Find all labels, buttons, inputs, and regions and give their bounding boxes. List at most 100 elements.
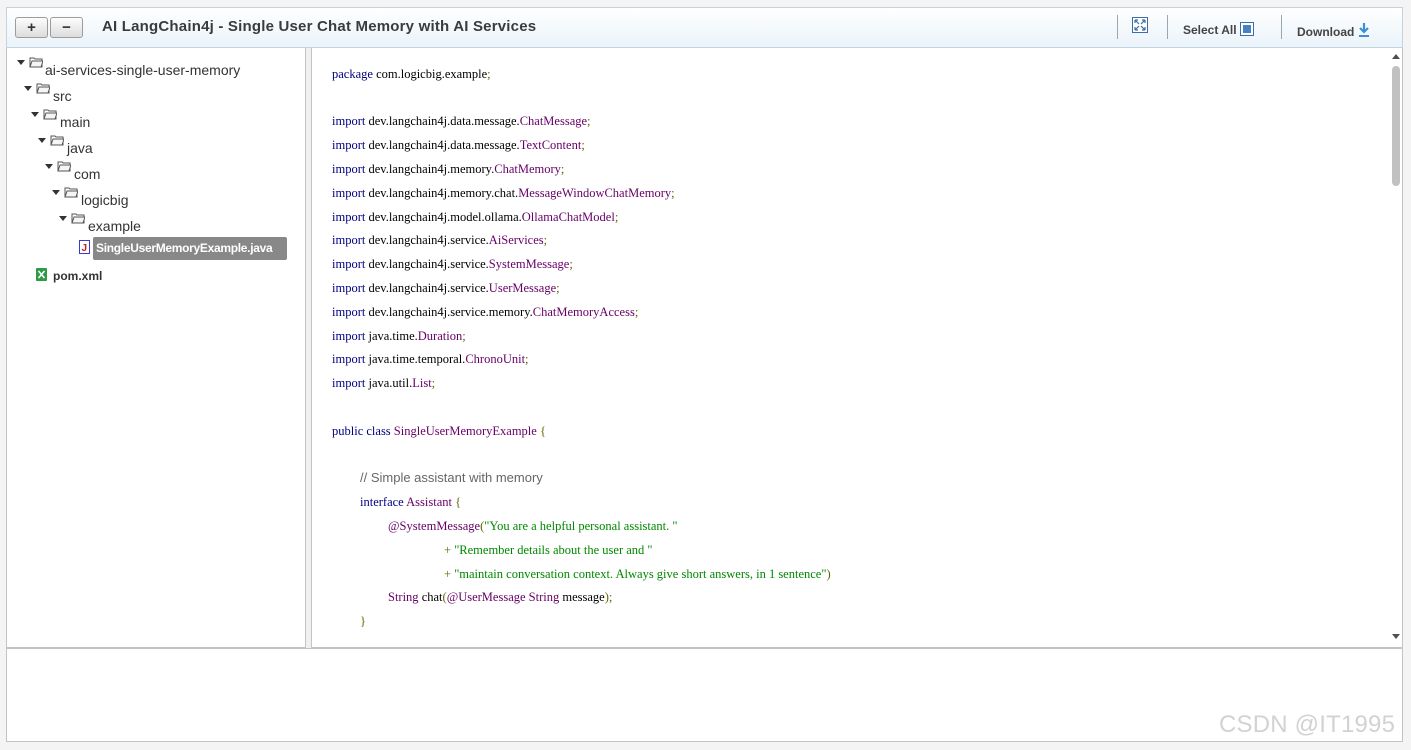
select-all-button[interactable]: Select All [1183, 22, 1254, 39]
folder-open-icon [50, 133, 65, 149]
expand-arrow-icon[interactable] [24, 86, 32, 91]
code-keyword: interface [360, 495, 404, 509]
code-class: OllamaChatModel [521, 210, 615, 224]
download-button[interactable]: Download [1297, 22, 1370, 41]
code-keyword: import [332, 376, 366, 390]
code-text: dev.langchain4j.memory. [368, 162, 495, 176]
tree-node-label: ai-services-single-user-memory [45, 62, 241, 78]
code-comment: // Simple assistant with memory [360, 470, 543, 485]
code-line: interface Assistant { [360, 495, 461, 510]
code-class: Assistant [406, 495, 452, 509]
code-text: chat [421, 590, 443, 604]
code-text: dev.langchain4j.service. [368, 281, 489, 295]
tree-node-label: pom.xml [53, 269, 103, 283]
code-keyword: import [332, 138, 366, 152]
code-line: import dev.langchain4j.service.SystemMes… [332, 257, 573, 271]
code-panel: package com.logicbig.example; import dev… [311, 48, 1403, 648]
output-panel [6, 648, 1403, 742]
code-keyword: import [332, 210, 366, 224]
folder-open-icon [43, 107, 58, 123]
code-line: package com.logicbig.example; [332, 67, 491, 81]
expand-all-button[interactable]: + [15, 17, 48, 38]
scrollbar-thumb[interactable] [1392, 66, 1400, 186]
code-string: "Remember details about the user and " [454, 543, 653, 557]
tree-node-label: java [67, 140, 93, 156]
folder-open-icon [36, 81, 51, 97]
code-class: ChatMemoryAccess [532, 305, 635, 319]
code-string: "You are a helpful personal assistant. " [484, 519, 678, 533]
code-line: import java.util.List; [332, 376, 436, 390]
code-text: dev.langchain4j.service. [368, 257, 489, 271]
tree-node-label: logicbig [81, 192, 129, 208]
file-tree: ai-services-single-user-memory src main … [6, 48, 306, 648]
code-class: SystemMessage [488, 257, 570, 271]
expand-arrow-icon[interactable] [31, 112, 39, 117]
divider [1167, 15, 1168, 39]
code-keyword: import [332, 162, 366, 176]
code-keyword: public class [332, 424, 391, 438]
code-text: java.time. [368, 329, 418, 343]
code-text: dev.langchain4j.memory.chat. [368, 186, 519, 200]
expand-arrow-icon[interactable] [38, 138, 46, 143]
fullscreen-icon[interactable] [1132, 17, 1148, 38]
code-line: import java.time.Duration; [332, 329, 466, 343]
expand-arrow-icon[interactable] [59, 216, 67, 221]
code-line: import dev.langchain4j.data.message.Text… [332, 138, 585, 152]
code-class: MessageWindowChatMemory [518, 186, 672, 200]
select-all-label: Select All [1183, 23, 1237, 37]
code-text: message [562, 590, 605, 604]
page-title: AI LangChain4j - Single User Chat Memory… [102, 18, 537, 35]
code-text: dev.langchain4j.model.ollama. [368, 210, 522, 224]
code-keyword: import [332, 329, 366, 343]
collapse-all-button[interactable]: − [50, 17, 83, 38]
code-class: ChronoUnit [465, 352, 526, 366]
folder-open-icon [29, 55, 44, 71]
code-keyword: import [332, 305, 366, 319]
java-file-icon: J [79, 240, 90, 259]
code-punct: { [539, 424, 546, 438]
code-string: "maintain conversation context. Always g… [454, 567, 827, 581]
watermark: CSDN @IT1995 [1219, 711, 1396, 738]
code-keyword: import [332, 257, 366, 271]
expand-arrow-icon[interactable] [52, 190, 60, 195]
xml-file-icon [36, 268, 47, 284]
tree-node-label: com [74, 166, 101, 182]
code-class: ChatMessage [519, 114, 588, 128]
code-keyword: import [332, 186, 366, 200]
code-type: String [528, 590, 560, 604]
code-text: dev.langchain4j.service.memory. [368, 305, 533, 319]
tree-node-label: main [60, 114, 91, 130]
divider [1281, 15, 1282, 39]
select-all-icon [1239, 22, 1254, 39]
expand-arrow-icon[interactable] [17, 60, 25, 65]
folder-open-icon [71, 211, 86, 227]
code-keyword: import [332, 233, 366, 247]
folder-open-icon [64, 185, 79, 201]
code-text: dev.langchain4j.data.message. [368, 114, 520, 128]
code-line: import dev.langchain4j.service.AiService… [332, 233, 548, 247]
code-class: TextContent [519, 138, 582, 152]
expand-arrow-icon[interactable] [45, 164, 53, 169]
code-line: String chat(@UserMessage String message)… [388, 590, 613, 604]
divider [1117, 15, 1118, 39]
code-class: List [412, 376, 432, 390]
code-annotation: @UserMessage [446, 590, 526, 604]
code-line: import dev.langchain4j.memory.chat.Messa… [332, 186, 675, 200]
code-keyword: import [332, 352, 366, 366]
code-punct: } [360, 614, 366, 628]
tree-node-java-file[interactable]: SingleUserMemoryExample.java [96, 241, 273, 255]
code-class: AiServices [488, 233, 544, 247]
download-icon [1358, 22, 1370, 41]
code-keyword: import [332, 114, 366, 128]
code-line: @SystemMessage("You are a helpful person… [388, 519, 678, 533]
code-line: import dev.langchain4j.service.memory.Ch… [332, 305, 639, 319]
code-line: import dev.langchain4j.memory.ChatMemory… [332, 162, 565, 176]
code-text: dev.langchain4j.data.message. [368, 138, 520, 152]
code-line: + "maintain conversation context. Always… [444, 567, 831, 581]
svg-text:J: J [82, 243, 88, 254]
tree-node-label: example [88, 218, 141, 234]
download-label: Download [1297, 25, 1355, 39]
code-class: UserMessage [488, 281, 557, 295]
code-keyword: package [332, 67, 373, 81]
toolbar: + − AI LangChain4j - Single User Chat Me… [6, 7, 1403, 48]
